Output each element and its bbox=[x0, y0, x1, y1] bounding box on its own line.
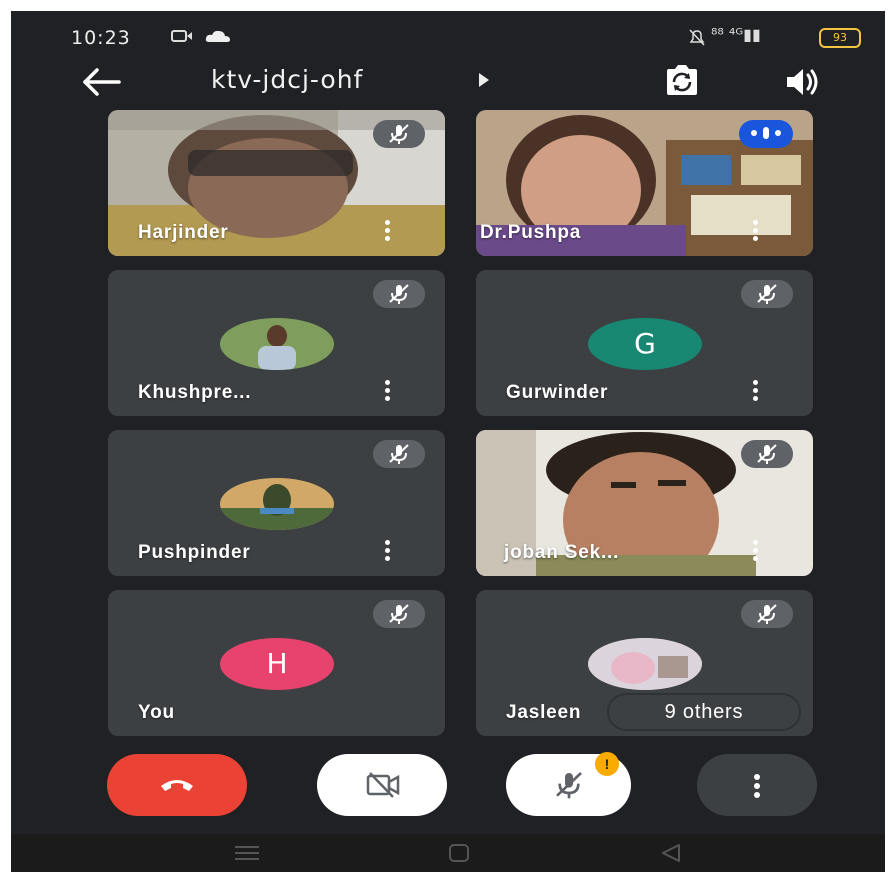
participant-name: Harjinder bbox=[138, 222, 229, 243]
battery-indicator: 93 bbox=[819, 28, 861, 48]
camera-off-icon bbox=[366, 772, 400, 798]
participant-name: Gurwinder bbox=[506, 382, 609, 403]
cloud-icon bbox=[205, 30, 230, 42]
avatar bbox=[588, 638, 702, 690]
muted-indicator bbox=[373, 600, 425, 628]
mic-off-icon bbox=[389, 444, 409, 464]
more-vert-icon[interactable] bbox=[385, 220, 391, 242]
status-bar: 10:23 ⁸⁸ ⁴ᴳ▮▮ 93 bbox=[11, 11, 885, 51]
back-arrow-icon[interactable] bbox=[79, 65, 123, 99]
more-vert-icon[interactable] bbox=[753, 540, 759, 562]
camera-toggle-button[interactable] bbox=[317, 754, 447, 816]
mute-bell-icon bbox=[689, 29, 705, 46]
participant-tile[interactable]: joban Sek... bbox=[476, 430, 813, 576]
back-nav-icon[interactable] bbox=[659, 842, 683, 864]
mic-off-icon bbox=[757, 444, 777, 464]
speaker-icon[interactable] bbox=[783, 65, 823, 99]
avatar: H bbox=[220, 638, 334, 690]
mic-off-icon bbox=[757, 284, 777, 304]
more-options-button[interactable] bbox=[697, 754, 817, 816]
phone-screen: 10:23 ⁸⁸ ⁴ᴳ▮▮ 93 ktv-jdcj-ohf Harjinder bbox=[11, 11, 885, 872]
participant-tile[interactable]: Khushpre... bbox=[108, 270, 445, 416]
muted-indicator bbox=[373, 280, 425, 308]
menu-icon[interactable] bbox=[233, 844, 261, 862]
status-time: 10:23 bbox=[71, 27, 131, 49]
meeting-code[interactable]: ktv-jdcj-ohf bbox=[211, 65, 363, 94]
muted-indicator bbox=[373, 440, 425, 468]
alert-badge: ! bbox=[595, 752, 619, 776]
more-vert-icon[interactable] bbox=[385, 540, 391, 562]
more-vert-icon[interactable] bbox=[753, 220, 759, 242]
participant-name: Pushpinder bbox=[138, 542, 251, 563]
mic-off-icon bbox=[389, 604, 409, 624]
signal-icon: ⁸⁸ ⁴ᴳ▮▮ bbox=[711, 25, 761, 44]
more-vert-icon[interactable] bbox=[385, 380, 391, 402]
participant-name: Jasleen bbox=[506, 702, 582, 723]
avatar: G bbox=[588, 318, 702, 370]
speaking-indicator bbox=[739, 120, 793, 148]
end-call-button[interactable] bbox=[107, 754, 247, 816]
phone-hangup-icon bbox=[161, 780, 193, 791]
cast-icon bbox=[171, 30, 192, 42]
system-nav-bar bbox=[11, 834, 885, 872]
avatar bbox=[220, 318, 334, 370]
others-chip[interactable]: 9 others bbox=[609, 695, 799, 729]
mic-off-icon bbox=[389, 284, 409, 304]
muted-indicator bbox=[741, 600, 793, 628]
home-icon[interactable] bbox=[447, 842, 471, 864]
more-vert-icon bbox=[754, 774, 760, 798]
meeting-header: ktv-jdcj-ohf bbox=[11, 61, 885, 101]
switch-camera-icon[interactable] bbox=[661, 61, 703, 103]
participant-name: Dr.Pushpa bbox=[480, 222, 582, 243]
participant-tile-self[interactable]: H You bbox=[108, 590, 445, 736]
participant-tile[interactable]: Harjinder bbox=[108, 110, 445, 256]
mic-off-icon bbox=[556, 772, 582, 799]
dropdown-arrow-icon[interactable] bbox=[479, 73, 489, 87]
participant-name: joban Sek... bbox=[504, 542, 620, 563]
mic-off-icon bbox=[757, 604, 777, 624]
participant-tile[interactable]: Dr.Pushpa bbox=[476, 110, 813, 256]
muted-indicator bbox=[741, 440, 793, 468]
muted-indicator bbox=[373, 120, 425, 148]
more-vert-icon[interactable] bbox=[753, 380, 759, 402]
avatar bbox=[220, 478, 334, 530]
participant-name: Khushpre... bbox=[138, 382, 252, 403]
participant-tile[interactable]: G Gurwinder bbox=[476, 270, 813, 416]
mic-off-icon bbox=[389, 124, 409, 144]
participant-name: You bbox=[138, 702, 175, 723]
participant-tile[interactable]: Pushpinder bbox=[108, 430, 445, 576]
muted-indicator bbox=[741, 280, 793, 308]
